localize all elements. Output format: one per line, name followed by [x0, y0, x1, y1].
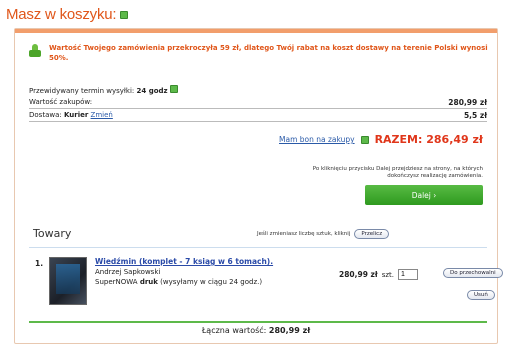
cart-title: Masz w koszyku: [6, 6, 129, 23]
price-qty: 280,99 zł szt. [339, 269, 418, 280]
recalc-area: Jeśli zmieniasz liczbę sztuk, kliknij Pr… [257, 229, 390, 239]
next-button[interactable]: Dalej › [365, 185, 483, 205]
shipping-cost: 5,5 zł [463, 110, 487, 120]
shipping-row: Dostawa: Kurier Zmień 5,5 zł [29, 109, 487, 122]
qty-label: szt. [381, 270, 394, 279]
total-value-label: Łączna wartość: [201, 326, 267, 335]
delivery-term-label: Przewidywany termin wysyłki: [29, 86, 135, 95]
promo-banner: Wartość Twojego zamówienia przekroczyła … [29, 43, 489, 63]
info-icon[interactable] [169, 84, 178, 93]
cart-item: 1. Wiedźmin (komplet - 7 ksiąg w 6 tomac… [29, 255, 503, 315]
quantity-input[interactable] [398, 269, 418, 280]
promo-text: Wartość Twojego zamówienia przekroczyła … [49, 44, 488, 62]
next-step-hint: Po kliknięciu przycisku Dalej przejdzies… [312, 166, 483, 179]
shipping-label: Dostawa: [29, 111, 62, 119]
book-cover-image[interactable] [49, 257, 87, 305]
thumbs-up-icon [29, 44, 41, 58]
cart-panel: Wartość Twojego zamówienia przekroczyła … [14, 28, 503, 344]
book-author: Andrzej Sapkowski [95, 268, 161, 276]
change-shipping-link[interactable]: Zmień [91, 111, 113, 119]
book-title-link[interactable]: Wiedźmin (komplet - 7 ksiąg w 6 tomach). [95, 257, 273, 266]
total-line: Mam bon na zakupy RAZEM: 286,49 zł [279, 133, 483, 146]
green-divider [29, 321, 487, 323]
voucher-link[interactable]: Mam bon na zakupy [279, 135, 355, 144]
cart-title-text: Masz w koszyku: [6, 6, 117, 23]
delivery-term-row: Przewidywany termin wysyłki: 24 godz [29, 83, 487, 96]
divider [29, 247, 487, 248]
panel-top-bar [15, 29, 497, 33]
grand-total: RAZEM: 286,49 zł [374, 133, 483, 146]
total-value: 280,99 zł [268, 326, 311, 335]
total-value-line: Łączna wartość: 280,99 zł [15, 326, 497, 335]
publisher: SuperNOWA [95, 278, 138, 286]
items-section-title: Towary [33, 227, 72, 240]
book-edition: SuperNOWA druk (wysyłamy w ciągu 24 godz… [95, 277, 325, 287]
format: druk [139, 278, 158, 286]
cart-status-icon [120, 10, 129, 19]
summary-rows: Przewidywany termin wysyłki: 24 godz War… [29, 83, 487, 122]
item-price: 280,99 zł [339, 270, 378, 279]
shipping-method: Kurier [63, 111, 89, 119]
purchase-value-row: Wartość zakupów: 280,99 zł [29, 96, 487, 109]
item-number: 1. [35, 259, 44, 268]
voucher-info-icon[interactable] [360, 135, 369, 144]
purchase-value: 280,99 zł [448, 97, 487, 107]
item-details: Wiedźmin (komplet - 7 ksiąg w 6 tomach).… [95, 257, 325, 287]
move-to-storage-button[interactable]: Do przechowalni [443, 268, 503, 278]
delivery-term-value: 24 godz [136, 86, 168, 95]
recalculate-button[interactable]: Przelicz [354, 229, 390, 239]
recalc-hint: Jeśli zmieniasz liczbę sztuk, kliknij [257, 231, 351, 237]
purchase-value-label: Wartość zakupów: [29, 98, 93, 106]
shipping-time: (wysyłamy w ciągu 24 godz.) [160, 278, 263, 286]
delete-item-button[interactable]: Usuń [467, 290, 495, 300]
